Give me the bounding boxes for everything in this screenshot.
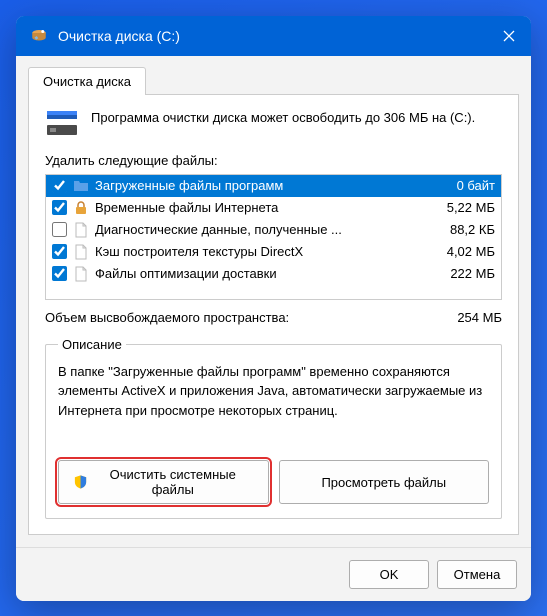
window-title: Очистка диска (C:) (58, 28, 487, 44)
action-row: Очистить системные файлы Просмотреть фай… (58, 460, 489, 504)
file-name: Диагностические данные, полученные ... (95, 222, 436, 237)
list-item[interactable]: Загруженные файлы программ 0 байт (46, 175, 501, 197)
list-item[interactable]: Кэш построителя текстуры DirectX 4,02 МБ (46, 241, 501, 263)
clean-system-files-button[interactable]: Очистить системные файлы (58, 460, 269, 504)
description-legend: Описание (58, 337, 126, 352)
files-label: Удалить следующие файлы: (45, 153, 502, 168)
drive-icon (45, 109, 79, 139)
summary-value: 254 МБ (457, 310, 502, 325)
folder-icon (73, 178, 89, 194)
file-list[interactable]: Загруженные файлы программ 0 байт Временны… (45, 174, 502, 300)
file-name: Загруженные файлы программ (95, 178, 443, 193)
list-item[interactable]: Временные файлы Интернета 5,22 МБ (46, 197, 501, 219)
titlebar: Очистка диска (C:) (16, 16, 531, 56)
content-area: Очистка диска Программа очистки диска мо… (16, 56, 531, 547)
dialog-window: Очистка диска (C:) Очистка диска Програм… (16, 16, 531, 601)
file-icon (73, 266, 89, 282)
file-name: Кэш построителя текстуры DirectX (95, 244, 433, 259)
disk-cleanup-icon (30, 27, 48, 45)
file-size: 0 байт (457, 178, 495, 193)
file-icon (73, 222, 89, 238)
list-item[interactable]: Диагностические данные, полученные ... 88… (46, 219, 501, 241)
file-size: 88,2 КБ (450, 222, 495, 237)
list-item[interactable]: Файлы оптимизации доставки 222 МБ (46, 263, 501, 285)
description-group: Описание В папке "Загруженные файлы прог… (45, 337, 502, 520)
ok-button[interactable]: OK (349, 560, 429, 589)
clean-system-files-label: Очистить системные файлы (92, 467, 253, 497)
file-checkbox[interactable] (52, 200, 67, 215)
shield-icon (73, 474, 88, 490)
lock-icon (73, 200, 89, 216)
summary-row: Объем высвобождаемого пространства: 254 … (45, 310, 502, 325)
file-checkbox[interactable] (52, 222, 67, 237)
view-files-button[interactable]: Просмотреть файлы (279, 460, 490, 504)
info-row: Программа очистки диска может освободить… (45, 109, 502, 139)
close-button[interactable] (487, 16, 531, 56)
view-files-label: Просмотреть файлы (321, 475, 446, 490)
ok-label: OK (380, 567, 399, 582)
info-text: Программа очистки диска может освободить… (91, 109, 475, 127)
file-size: 4,02 МБ (447, 244, 495, 259)
file-checkbox[interactable] (52, 244, 67, 259)
close-icon (503, 30, 515, 42)
cancel-button[interactable]: Отмена (437, 560, 517, 589)
description-text: В папке "Загруженные файлы программ" вре… (58, 362, 489, 421)
file-size: 5,22 МБ (447, 200, 495, 215)
tabs: Очистка диска (28, 66, 519, 94)
tab-panel: Программа очистки диска может освободить… (28, 94, 519, 535)
file-name: Файлы оптимизации доставки (95, 266, 436, 281)
file-checkbox[interactable] (52, 266, 67, 281)
file-name: Временные файлы Интернета (95, 200, 433, 215)
summary-label: Объем высвобождаемого пространства: (45, 310, 289, 325)
footer: OK Отмена (16, 547, 531, 601)
file-checkbox[interactable] (52, 178, 67, 193)
file-size: 222 МБ (450, 266, 495, 281)
cancel-label: Отмена (454, 567, 501, 582)
tab-disk-cleanup[interactable]: Очистка диска (28, 67, 146, 95)
file-icon (73, 244, 89, 260)
